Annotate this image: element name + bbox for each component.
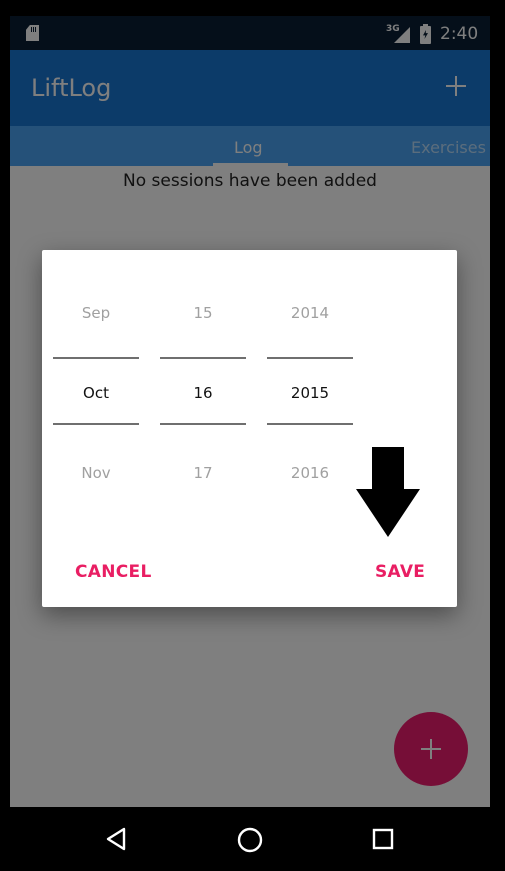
app-screen: 3G 2:40 LiftLog Log Exercises No session… [10,16,490,807]
day-prev-value[interactable]: 15 [160,304,246,322]
home-circle-icon[interactable] [237,827,263,853]
recents-square-icon[interactable] [372,828,394,850]
date-picker-dialog: Sep Oct Nov 15 16 17 2014 2015 2016 CANC… [42,250,457,607]
day-divider-bottom [160,423,246,425]
down-arrow-icon [356,447,420,537]
month-selected-value[interactable]: Oct [53,384,139,402]
day-divider-top [160,357,246,359]
year-prev-value[interactable]: 2014 [267,304,353,322]
save-button[interactable]: SAVE [375,562,425,582]
back-triangle-icon[interactable] [104,827,128,851]
month-next-value[interactable]: Nov [53,464,139,482]
navigation-bar [0,807,505,871]
month-prev-value[interactable]: Sep [53,304,139,322]
month-divider-top [53,357,139,359]
year-divider-top [267,357,353,359]
day-next-value[interactable]: 17 [160,464,246,482]
year-next-value[interactable]: 2016 [267,464,353,482]
day-selected-value[interactable]: 16 [160,384,246,402]
year-divider-bottom [267,423,353,425]
year-picker[interactable]: 2014 2015 2016 [267,250,353,607]
year-selected-value[interactable]: 2015 [267,384,353,402]
cancel-button[interactable]: CANCEL [75,562,152,582]
device-frame: 3G 2:40 LiftLog Log Exercises No session… [0,0,505,871]
month-picker[interactable]: Sep Oct Nov [53,250,139,607]
month-divider-bottom [53,423,139,425]
day-picker[interactable]: 15 16 17 [160,250,246,607]
